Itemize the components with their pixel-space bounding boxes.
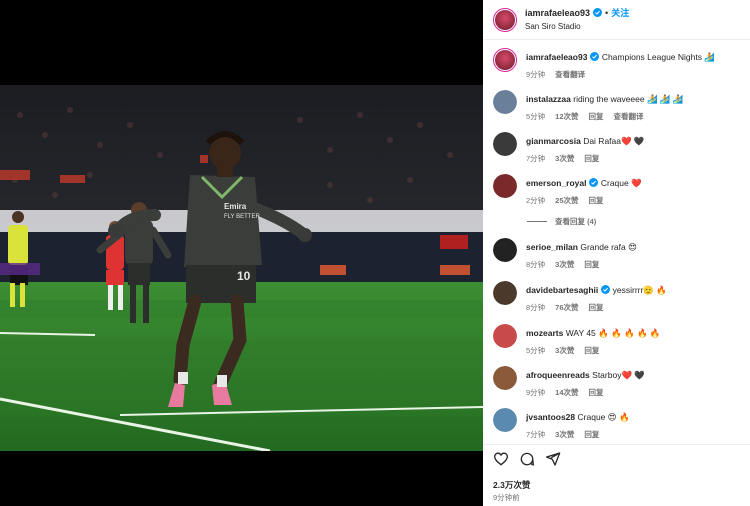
- svg-text:Emira: Emira: [224, 202, 247, 211]
- commenter-avatar[interactable]: [493, 366, 517, 390]
- comment-username[interactable]: instalazzaa: [526, 94, 571, 104]
- post-actions: 2.3万次赞 9分钟前: [483, 444, 750, 506]
- caption: iamrafaeleao93 Champions League Nights 🏄…: [493, 48, 743, 80]
- comment-text: Grande rafa 😍: [580, 242, 637, 252]
- comment-username[interactable]: afroqueenreads: [526, 370, 590, 380]
- reply-button[interactable]: 回复: [584, 260, 599, 269]
- author-avatar[interactable]: [493, 7, 517, 32]
- commenter-avatar[interactable]: [493, 281, 517, 305]
- comment-text: Craque ❤️: [600, 178, 642, 188]
- comment-item: instalazzaa riding the waveeee 🏄 🏄 🏄 5分钟…: [493, 90, 743, 122]
- commenter-avatar[interactable]: [493, 174, 517, 198]
- comment-item: davidebartesaghii yessirrrr🫡 🔥 8分钟 76次赞 回复: [493, 281, 743, 313]
- comment-username[interactable]: mozearts: [526, 328, 563, 338]
- comment-time: 7分钟: [526, 154, 546, 163]
- comment-item: emerson_royal Craque ❤️ 2分钟 25次赞 回复: [493, 174, 743, 206]
- follow-button[interactable]: 关注: [611, 7, 629, 19]
- comment-item: mozearts WAY 45 🔥 🔥 🔥 🔥 🔥 5分钟 3次赞 回复: [493, 324, 743, 356]
- comment-username[interactable]: emerson_royal: [526, 178, 586, 188]
- post-header: iamrafaeleao93 • 关注 San Siro Stadio: [483, 0, 750, 40]
- caption-time: 9分钟: [526, 70, 546, 79]
- comment-likes[interactable]: 14次赞: [555, 388, 578, 397]
- reply-button[interactable]: 回复: [584, 346, 599, 355]
- comment-text: WAY 45 🔥 🔥 🔥 🔥 🔥: [565, 328, 661, 338]
- comment-likes[interactable]: 3次赞: [555, 346, 574, 355]
- post-sidebar: iamrafaeleao93 • 关注 San Siro Stadio iamr…: [483, 0, 750, 506]
- comment-time: 7分钟: [526, 430, 546, 439]
- comment-username[interactable]: davidebartesaghii: [526, 285, 598, 295]
- replies-divider: [527, 221, 547, 222]
- likes-count[interactable]: 2.3万次赞: [493, 479, 530, 491]
- comment-username[interactable]: gianmarcosia: [526, 136, 581, 146]
- comment-time: 8分钟: [526, 303, 546, 312]
- comment-likes[interactable]: 3次赞: [555, 260, 574, 269]
- verified-badge-icon: [601, 285, 611, 294]
- caption-avatar[interactable]: [493, 48, 517, 72]
- comment-text: riding the waveeee 🏄 🏄 🏄: [573, 94, 684, 104]
- view-replies-label: 查看回复 (4): [555, 217, 597, 226]
- reply-button[interactable]: 回复: [589, 196, 604, 205]
- comment-username[interactable]: jvsantoos28: [526, 412, 575, 422]
- reply-button[interactable]: 回复: [589, 112, 604, 121]
- comment-item: jvsantoos28 Craque 😍 🔥 7分钟 3次赞 回复: [493, 408, 743, 440]
- verified-badge-icon: [590, 52, 600, 61]
- caption-username[interactable]: iamrafaeleao93: [526, 52, 587, 62]
- commenter-avatar[interactable]: [493, 90, 517, 114]
- comment-time: 2分钟: [526, 196, 546, 205]
- author-username[interactable]: iamrafaeleao93: [525, 7, 590, 19]
- commenter-avatar[interactable]: [493, 408, 517, 432]
- share-icon[interactable]: [545, 451, 561, 467]
- svg-text:FLY BETTER: FLY BETTER: [224, 214, 260, 220]
- post-media-pane: Emira FLY BETTER 10: [0, 0, 483, 506]
- comment-item: gianmarcosia Dai Rafaa❤️ 🖤 7分钟 3次赞 回复: [493, 132, 743, 164]
- post-photo[interactable]: Emira FLY BETTER 10: [0, 85, 483, 451]
- comment-time: 5分钟: [526, 346, 546, 355]
- separator-dot: •: [605, 7, 609, 18]
- verified-badge-icon: [593, 8, 603, 17]
- heart-icon[interactable]: [493, 451, 509, 467]
- post-location[interactable]: San Siro Stadio: [525, 21, 629, 33]
- view-replies-button[interactable]: 查看回复 (4): [527, 216, 596, 227]
- comments-list[interactable]: iamrafaeleao93 Champions League Nights 🏄…: [483, 40, 750, 443]
- commenter-avatar[interactable]: [493, 132, 517, 156]
- comment-text: yessirrrr🫡 🔥: [612, 285, 667, 295]
- comment-likes[interactable]: 3次赞: [555, 430, 574, 439]
- comment-likes[interactable]: 12次赞: [555, 112, 578, 121]
- reply-button[interactable]: 回复: [589, 388, 604, 397]
- comment-likes[interactable]: 25次赞: [555, 196, 578, 205]
- caption-text: Champions League Nights 🏄: [601, 52, 715, 62]
- comment-time: 5分钟: [526, 112, 546, 121]
- comment-item: afroqueenreads Starboy❤️ 🖤 9分钟 14次赞 回复: [493, 366, 743, 398]
- reply-button[interactable]: 回复: [584, 430, 599, 439]
- comment-likes[interactable]: 3次赞: [555, 154, 574, 163]
- comment-text: Dai Rafaa❤️ 🖤: [583, 136, 645, 146]
- comment-icon[interactable]: [519, 451, 535, 467]
- comment-likes[interactable]: 76次赞: [555, 303, 578, 312]
- reply-button[interactable]: 回复: [584, 154, 599, 163]
- svg-text:10: 10: [237, 269, 251, 283]
- comment-username[interactable]: serioe_milan: [526, 242, 578, 252]
- commenter-avatar[interactable]: [493, 324, 517, 348]
- comment-text: Craque 😍 🔥: [577, 412, 630, 422]
- translate-link[interactable]: 查看翻译: [555, 70, 585, 79]
- post-timestamp: 9分钟前: [493, 493, 520, 502]
- comment-item: serioe_milan Grande rafa 😍 8分钟 3次赞 回复: [493, 238, 743, 270]
- comment-time: 8分钟: [526, 260, 546, 269]
- verified-badge-icon: [589, 178, 599, 187]
- reply-button[interactable]: 回复: [589, 303, 604, 312]
- commenter-avatar[interactable]: [493, 238, 517, 262]
- football-celebration-image: Emira FLY BETTER 10: [0, 85, 483, 451]
- comment-time: 9分钟: [526, 388, 546, 397]
- translate-link[interactable]: 查看翻译: [614, 112, 644, 121]
- comment-text: Starboy❤️ 🖤: [592, 370, 645, 380]
